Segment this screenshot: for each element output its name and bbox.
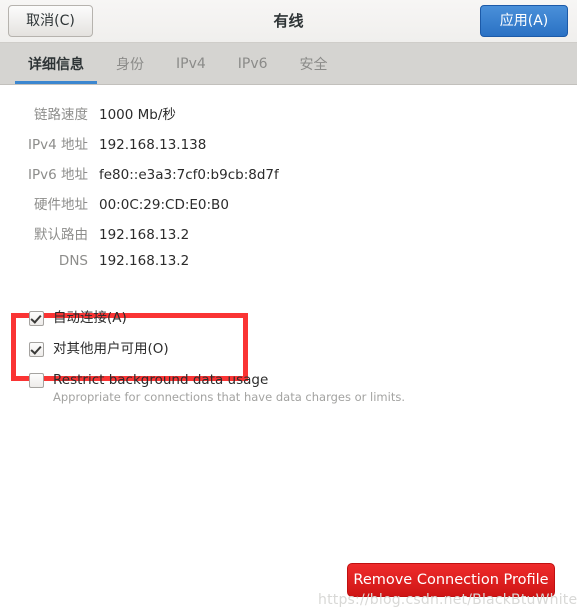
options-list: 自动连接(A) 对其他用户可用(O) Restrict background dat… [29,310,459,420]
dialog-header: 取消(C) 有线 应用(A) [0,0,577,43]
tab-1[interactable]: 详细信息 [12,43,100,84]
tab-3[interactable]: IPv4 [160,43,222,84]
option-label: 自动连接(A) [53,310,127,326]
detail-label: 硬件地址 [34,197,88,213]
checkbox-unchecked-icon[interactable] [29,373,44,388]
detail-value: 192.168.13.2 [99,227,190,243]
tab-label: 详细信息 [28,56,84,73]
detail-value: 00:0C:29:CD:E0:B0 [99,197,229,213]
checkbox-checked-icon[interactable] [29,311,44,326]
detail-label: IPv4 地址 [28,137,88,153]
option-text: 对其他用户可用(O) [44,341,169,357]
detail-label: 链路速度 [34,107,88,123]
detail-row: 硬件地址 00:0C:29:CD:E0:B0 [0,193,330,223]
detail-value: 1000 Mb/秒 [99,107,176,123]
tab-4[interactable]: IPv6 [222,43,284,84]
option-text: Restrict background data usage Appropriat… [44,372,405,405]
checkbox-checked-icon[interactable] [29,342,44,357]
option-label: 对其他用户可用(O) [53,341,169,357]
remove-connection-profile-button[interactable]: Remove Connection Profile [347,563,555,597]
detail-label: IPv6 地址 [28,167,88,183]
detail-row: IPv4 地址 192.168.13.138 [0,133,330,163]
tab-2[interactable]: 身份 [100,43,160,84]
option-row: Restrict background data usage Appropriat… [29,372,459,405]
detail-value: fe80::e3a3:7cf0:b9cb:8d7f [99,167,279,183]
detail-row: 链路速度 1000 Mb/秒 [0,103,330,133]
details-panel: 链路速度 1000 Mb/秒 IPv4 地址 192.168.13.138 IPv6 地… [0,85,577,608]
detail-value: 192.168.13.138 [99,137,207,153]
tab-5[interactable]: 安全 [284,43,344,84]
detail-list: 链路速度 1000 Mb/秒 IPv4 地址 192.168.13.138 IPv6 地… [0,103,330,283]
tab-label: IPv4 [176,55,206,72]
tab-bar: 详细信息 身份 IPv4 IPv6 安全 [0,43,577,85]
option-label: Restrict background data usage [53,372,269,388]
tab-label: 身份 [116,56,144,73]
tab-label: 安全 [299,56,328,73]
apply-button[interactable]: 应用(A) [480,5,568,37]
option-sublabel: Appropriate for connections that have da… [53,390,405,404]
option-text: 自动连接(A) [44,310,127,326]
detail-label: DNS [58,253,88,269]
option-row: 自动连接(A) [29,310,459,326]
detail-row: IPv6 地址 fe80::e3a3:7cf0:b9cb:8d7f [0,163,330,193]
option-row: 对其他用户可用(O) [29,341,459,357]
detail-row: DNS 192.168.13.2 [0,253,330,283]
detail-row: 默认路由 192.168.13.2 [0,223,330,253]
detail-value: 192.168.13.2 [99,253,190,269]
detail-label: 默认路由 [34,227,88,243]
tab-label: IPv6 [237,55,268,72]
